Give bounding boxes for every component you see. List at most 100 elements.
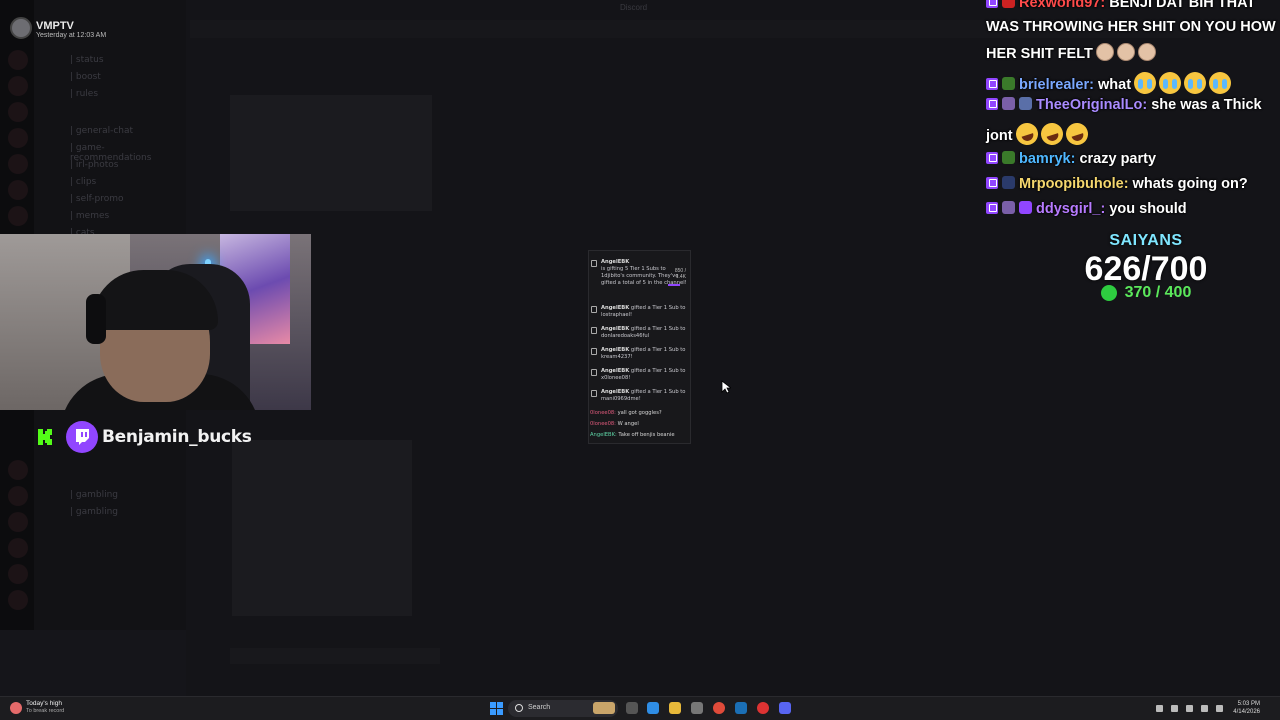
edge-icon[interactable] [647,702,659,714]
chat-message: Mrpoopibuhole: whats going on? [986,176,1248,192]
user-badge-icon [1019,201,1032,214]
mouse-cursor-icon [721,380,731,394]
chat-text: HER SHIT FELT [986,46,1093,62]
channel-item[interactable]: | general-chat [70,126,133,136]
channel-item[interactable]: | gambling [70,490,118,500]
server-icon[interactable] [8,460,28,480]
steam-icon[interactable] [735,702,747,714]
chat-text: crazy party [1075,151,1157,167]
server-icon[interactable] [8,76,28,96]
headset [86,294,106,344]
attachment-image[interactable] [232,440,412,616]
avatar[interactable] [10,17,32,39]
chrome-icon[interactable] [713,702,725,714]
attachment-image[interactable] [230,95,432,211]
server-icon[interactable] [8,512,28,532]
user-badge-icon [1002,151,1015,164]
chat-message: jont [986,120,1091,148]
channel-item[interactable]: | rules [70,89,98,99]
tray-chevron-icon[interactable] [1156,705,1163,712]
channel-item[interactable]: | gambling [70,507,118,517]
chat-username: 0lonee08: [590,421,616,427]
server-icon[interactable] [8,128,28,148]
server-icon[interactable] [8,180,28,200]
kick-icon [36,427,56,447]
weather-title[interactable]: Today's high [26,700,62,707]
chat-text: she was a Thick [1147,97,1262,113]
user-badge-icon [1002,97,1015,110]
server-icon[interactable] [8,486,28,506]
sub-goal-widget: SAIYANS 626/700 370 / 400 [1066,232,1226,302]
server-icon[interactable] [8,50,28,70]
chat-message: 0lonee08: yall got goggles? [590,410,690,417]
chat-text: W angel [615,421,639,427]
chat-message: WAS THROWING HER SHIT ON YOU HOW [986,19,1276,35]
clock-time: 5:03 PM [1237,701,1260,707]
gift-progress-count: 850 / 1.4K [674,268,686,280]
start-button[interactable] [490,702,503,715]
chat-username: Rexworld97: [1019,0,1106,11]
chat-text: you should [1105,201,1187,217]
message-timestamp: Yesterday at 12:03 AM [36,32,107,39]
crying-emoji-icon [1184,72,1207,94]
discord-icon[interactable] [779,702,791,714]
weather-icon[interactable] [10,702,22,714]
gifter-name: AngelEBK [601,389,630,395]
settings-icon[interactable] [691,702,703,714]
server-icon[interactable] [8,538,28,558]
chat-username: brielrealer: [1019,77,1094,93]
crying-emoji-icon [1159,72,1182,94]
server-icon[interactable] [8,102,28,122]
gifter-name: AngelEBK [601,368,630,374]
clock[interactable]: 5:03 PM 4/14/2026 [1232,700,1260,716]
taskbar: Today's high To break record Search 5:03… [0,696,1280,720]
server-icon[interactable] [8,154,28,174]
chat-text: Take off benjis beanie [616,432,675,438]
channel-item[interactable]: | clips [70,177,96,187]
wifi-icon[interactable] [1201,705,1208,712]
user-panel [0,630,186,696]
task-view-icon[interactable] [626,702,638,714]
weather-subtitle[interactable]: To break record [26,708,64,714]
subscriber-badge-icon [986,177,998,189]
message-input[interactable] [230,648,440,664]
channel-item[interactable]: | irl-photos [70,160,119,170]
file-explorer-icon[interactable] [669,702,681,714]
tray-app-icon[interactable] [1186,705,1193,712]
tray-app-icon[interactable] [1171,705,1178,712]
channel-item[interactable]: | status [70,55,104,65]
chat-message: TheeOriginalLo: she was a Thick [986,97,1262,113]
app-icon[interactable] [757,702,769,714]
channel-item[interactable]: | self-promo [70,194,124,204]
channel-item[interactable]: | boost [70,72,101,82]
chat-message: HER SHIT FELT [986,43,1156,62]
chat-message: 0lonee08: W angel [590,421,690,428]
subscriber-badge-icon [986,152,998,164]
twitch-icon [66,421,98,453]
webcam-feed [0,234,311,410]
window-title: Discord [620,3,648,12]
volume-icon[interactable] [1216,705,1223,712]
chat-message: AngelEBK: Take off benjis beanie [590,432,690,439]
subscriber-badge-icon [986,0,998,8]
widget-icon[interactable] [593,702,615,714]
server-icon[interactable] [8,590,28,610]
gifter-name: AngelEBK [601,259,630,265]
subscriber-badge-icon [986,98,998,110]
streamer-name-tag: Benjamin_bucks [36,420,252,454]
chat-text: WAS THROWING HER SHIT ON YOU HOW [986,19,1276,35]
server-icon[interactable] [8,206,28,226]
chat-message: ddysgirl_: you should [986,201,1187,217]
gifter-name: AngelEBK [601,347,630,353]
gifter-name: AngelEBK [601,305,630,311]
chat-username: ddysgirl_: [1036,201,1106,217]
user-badge-icon [1002,176,1015,189]
subscriber-badge-icon [986,78,998,90]
gift-icon [591,390,597,397]
search-icon [515,704,523,712]
user-badge-icon [1002,0,1015,8]
user-badge-icon [1002,77,1015,90]
server-icon[interactable] [8,564,28,584]
search-label: Search [528,704,551,711]
channel-item[interactable]: | memes [70,211,109,221]
